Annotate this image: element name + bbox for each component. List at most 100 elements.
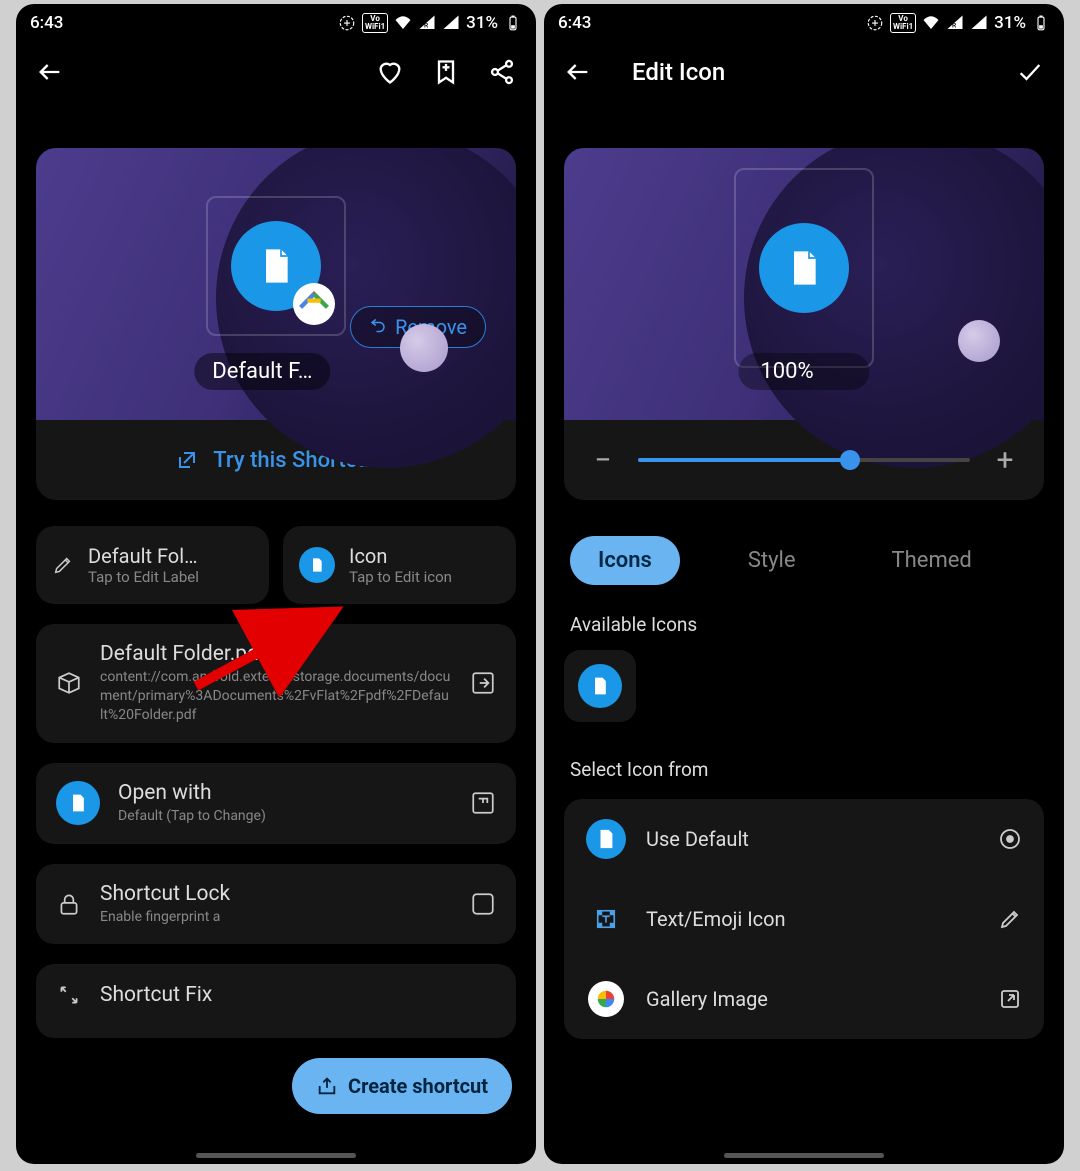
home-indicator[interactable]	[724, 1153, 884, 1158]
source-default[interactable]: Use Default	[564, 799, 1044, 879]
icon-thumb	[299, 547, 335, 583]
tab-icons[interactable]: Icons	[570, 536, 680, 585]
lock-sub: Enable fingerprint a	[100, 908, 452, 927]
external-link-icon	[998, 987, 1022, 1011]
share-icon[interactable]	[488, 58, 516, 86]
screen-edit-icon: 6:43 VoWiFi1 R 31% Edit Icon	[544, 4, 1064, 1164]
tab-style[interactable]: Style	[720, 536, 824, 585]
source-default-label: Use Default	[646, 827, 978, 851]
file-icon	[595, 828, 617, 850]
wifi-icon	[922, 14, 940, 32]
slider-thumb[interactable]	[840, 450, 860, 470]
pencil-icon	[52, 554, 74, 576]
bookmark-icon[interactable]	[432, 58, 460, 86]
package-icon	[56, 670, 82, 696]
wallpaper-decor	[958, 320, 1000, 362]
icon-title: Icon	[349, 544, 452, 568]
zoom-chip: 100%	[738, 353, 869, 390]
shortcut-preview-icon	[231, 221, 321, 311]
vowifi-icon: VoWiFi1	[890, 13, 916, 33]
picker-icon	[470, 790, 496, 816]
back-icon[interactable]	[564, 58, 592, 86]
data-saver-icon	[866, 14, 884, 32]
battery-icon	[504, 14, 522, 32]
preview-wallpaper: 100%	[564, 148, 1044, 420]
preview-card: 100% − +	[564, 148, 1044, 500]
edit-icon-card[interactable]: Icon Tap to Edit icon	[283, 526, 516, 604]
preview-icon-frame	[206, 196, 346, 336]
signal-icon: R	[418, 14, 436, 32]
home-indicator[interactable]	[196, 1153, 356, 1158]
available-icons-label: Available Icons	[564, 613, 1044, 636]
file-icon	[784, 248, 824, 288]
shortcut-fix-card[interactable]: Shortcut Fix	[36, 964, 516, 1038]
label-title: Default Fol…	[88, 544, 199, 568]
text-frame-icon	[595, 908, 617, 930]
tab-themed[interactable]: Themed	[864, 536, 1000, 585]
file-path-card[interactable]: Default Folder.pdf content://com.android…	[36, 624, 516, 743]
icon-source-card: Use Default Text/Emoji Icon Gallery Imag…	[564, 799, 1044, 1039]
google-photos-icon	[588, 981, 624, 1017]
available-icon-tile[interactable]	[564, 650, 636, 722]
status-bar: 6:43 VoWiFi1 R 31%	[544, 4, 1064, 42]
file-icon	[309, 557, 325, 573]
fab-label: Create shortcut	[348, 1074, 488, 1098]
fix-title: Shortcut Fix	[100, 983, 496, 1007]
open-with-title: Open with	[118, 781, 452, 805]
zoom-slider[interactable]	[638, 458, 970, 462]
enter-icon	[470, 670, 496, 696]
app-bar: Edit Icon	[544, 42, 1064, 102]
signal2-icon	[970, 14, 988, 32]
screen-shortcut-detail: 6:43 VoWiFi1 R 31%	[16, 4, 536, 1164]
preview-card: Remove Default F… Try this Shortcut	[36, 148, 516, 500]
arrows-icon	[56, 982, 82, 1008]
battery-percent: 31%	[466, 13, 498, 33]
wifi-icon	[394, 14, 412, 32]
pencil-icon	[998, 907, 1022, 931]
back-icon[interactable]	[36, 58, 64, 86]
edit-label-card[interactable]: Default Fol… Tap to Edit Label	[36, 526, 269, 604]
page-title: Edit Icon	[632, 58, 725, 86]
undo-icon	[369, 318, 387, 336]
battery-percent: 31%	[994, 13, 1026, 33]
app-bar	[16, 42, 536, 102]
check-icon[interactable]	[1016, 58, 1044, 86]
preview-label-chip: Default F…	[194, 353, 330, 390]
source-gallery[interactable]: Gallery Image	[564, 959, 1044, 1039]
shortcut-lock-card[interactable]: Shortcut Lock Enable fingerprint a	[36, 864, 516, 945]
label-sub: Tap to Edit Label	[88, 568, 199, 586]
file-icon	[590, 676, 610, 696]
signal-icon: R	[946, 14, 964, 32]
wallpaper-decor	[400, 324, 448, 372]
vowifi-icon: VoWiFi1	[362, 13, 388, 33]
lock-title: Shortcut Lock	[100, 882, 452, 906]
source-text-label: Text/Emoji Icon	[646, 907, 978, 931]
preview-wallpaper: Remove Default F…	[36, 148, 516, 420]
tabs: Icons Style Themed	[564, 536, 1044, 585]
app-badge	[293, 283, 335, 325]
source-text[interactable]: Text/Emoji Icon	[564, 879, 1044, 959]
source-gallery-label: Gallery Image	[646, 987, 978, 1011]
heart-icon[interactable]	[376, 58, 404, 86]
signal2-icon	[442, 14, 460, 32]
external-link-icon	[175, 448, 199, 472]
open-with-icon	[56, 781, 100, 825]
preview-icon-frame	[734, 168, 874, 368]
icon-sub: Tap to Edit icon	[349, 568, 452, 586]
create-shortcut-fab[interactable]: Create shortcut	[292, 1058, 512, 1114]
file-icon	[68, 793, 88, 813]
open-with-card[interactable]: Open with Default (Tap to Change)	[36, 763, 516, 844]
svg-text:R: R	[424, 22, 429, 30]
data-saver-icon	[338, 14, 356, 32]
status-time: 6:43	[558, 13, 591, 33]
add-to-home-icon	[316, 1075, 338, 1097]
battery-icon	[1032, 14, 1050, 32]
zoom-out-button[interactable]: −	[588, 443, 618, 478]
checkbox-icon[interactable]	[470, 891, 496, 917]
svg-text:R: R	[952, 22, 957, 30]
status-time: 6:43	[30, 13, 63, 33]
file-sub: content://com.android.externalstorage.do…	[100, 668, 452, 725]
radio-selected-icon	[998, 827, 1022, 851]
lock-icon	[56, 891, 82, 917]
zoom-in-button[interactable]: +	[990, 443, 1020, 478]
